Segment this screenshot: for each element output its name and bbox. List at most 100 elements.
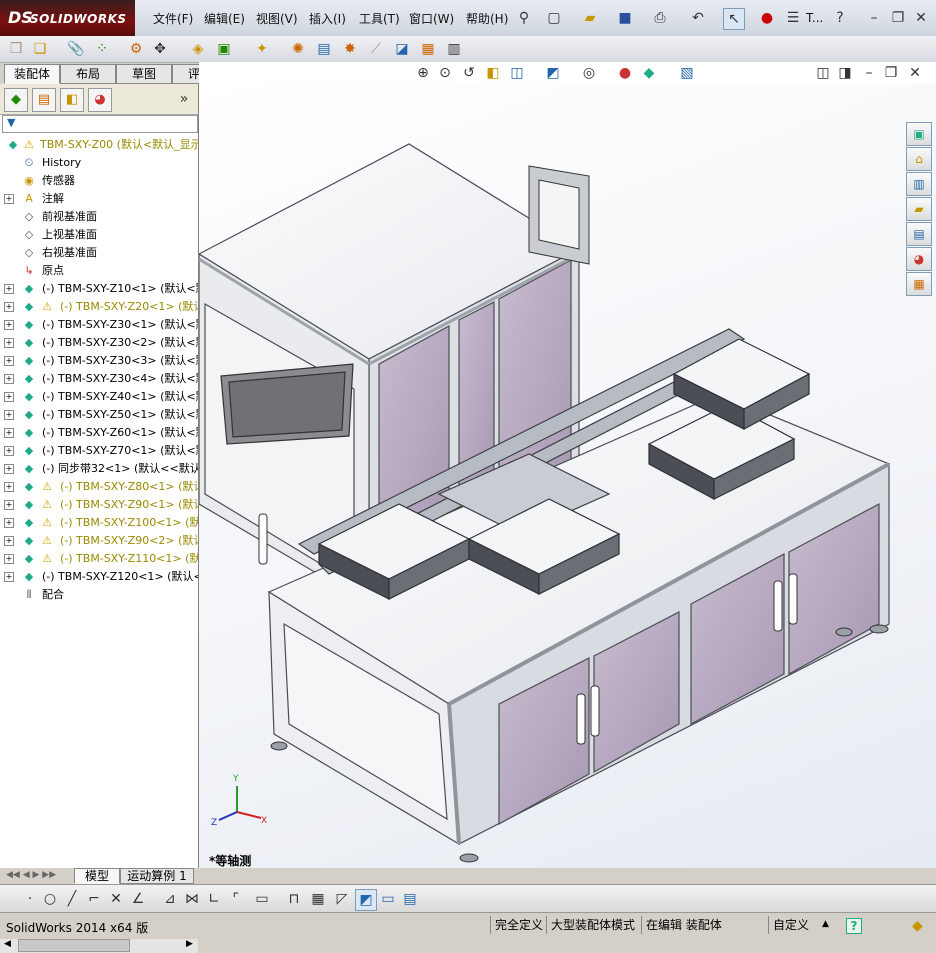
expand-toggle-icon[interactable]: +	[4, 392, 14, 402]
expand-toggle-icon[interactable]: +	[4, 518, 14, 528]
expand-toggle-icon[interactable]: +	[4, 464, 14, 474]
file-explorer-icon[interactable]: ▰	[906, 197, 932, 221]
line-icon[interactable]: ╱	[62, 889, 82, 909]
expand-toggle-icon[interactable]: +	[4, 446, 14, 456]
zoom-to-fit-icon[interactable]: ⊕	[413, 63, 433, 83]
3d-sketch-icon[interactable]: ◩	[355, 889, 377, 911]
viewport-link-icon[interactable]: ◨	[835, 63, 855, 83]
menu-view[interactable]: 视图(V)	[256, 10, 298, 27]
offset-icon[interactable]: ⊿	[160, 889, 180, 909]
scroll-thumb[interactable]	[18, 939, 130, 952]
tree-item[interactable]: + ◆ ⚠ (-) TBM-SXY-Z100<1> (默认	[0, 514, 198, 532]
menu-insert[interactable]: 插入(I)	[309, 10, 346, 27]
new-part-icon[interactable]: ❑	[30, 39, 50, 59]
tree-item[interactable]: + ◆ (-) TBM-SXY-Z10<1> (默认<默	[0, 280, 198, 298]
tree-item[interactable]: + A 注解	[0, 190, 198, 208]
tree-item[interactable]: + ◆ (-) TBM-SXY-Z120<1> (默认<默	[0, 568, 198, 586]
view-settings-icon[interactable]: ▧	[677, 63, 697, 83]
viewport-minimize-icon[interactable]: –	[859, 63, 879, 83]
appearances-icon[interactable]: ◕	[906, 247, 932, 271]
tree-item[interactable]: + ◆ (-) TBM-SXY-Z70<1> (默认<默	[0, 442, 198, 460]
corner-icon[interactable]: ⌜	[226, 889, 246, 909]
mate-paperclip-icon[interactable]: 📎	[66, 39, 86, 59]
tree-item[interactable]: + ◆ (-) TBM-SXY-Z40<1> (默认<默	[0, 388, 198, 406]
apply-scene-icon[interactable]: ◆	[639, 63, 659, 83]
expand-toggle-icon[interactable]: +	[4, 194, 14, 204]
expand-toggle-icon[interactable]: +	[4, 338, 14, 348]
home-icon[interactable]: ⌂	[906, 147, 932, 171]
filter-funnel-icon[interactable]: ▼	[7, 116, 15, 129]
tab-layout[interactable]: 布局	[60, 64, 116, 84]
expand-toggle-icon[interactable]: +	[4, 536, 14, 546]
tree-item[interactable]: ⫴ 配合	[0, 586, 198, 604]
dimension-icon[interactable]: ⊓	[284, 889, 304, 909]
expand-toggle-icon[interactable]: +	[4, 428, 14, 438]
view-orientation-icon[interactable]: ◫	[507, 63, 527, 83]
sketch-grid-icon[interactable]: ▦	[308, 889, 328, 909]
tree-item[interactable]: + ◆ (-) TBM-SXY-Z30<3> (默认<默	[0, 352, 198, 370]
smart-fasteners-icon[interactable]: ⚙	[126, 39, 146, 59]
options-icon[interactable]: ☰	[783, 8, 803, 28]
display-manager-tab-icon[interactable]: ◕	[88, 88, 112, 112]
tree-item[interactable]: ◉ 传感器	[0, 172, 198, 190]
tree-item[interactable]: + ◆ ⚠ (-) TBM-SXY-Z90<2> (默认<	[0, 532, 198, 550]
mirror-icon[interactable]: ⋈	[182, 889, 202, 909]
view-palette-icon[interactable]: ▤	[906, 222, 932, 246]
expand-toggle-icon[interactable]: +	[4, 500, 14, 510]
move-component-icon[interactable]: ✥	[150, 39, 170, 59]
menu-help[interactable]: 帮助(H)	[466, 10, 508, 27]
expand-toggle-icon[interactable]: +	[4, 554, 14, 564]
reference-geometry-icon[interactable]: ✦	[252, 39, 272, 59]
instant3d-icon[interactable]: ▦	[418, 39, 438, 59]
tree-item[interactable]: + ◆ ⚠ (-) TBM-SXY-Z90<1> (默认<	[0, 496, 198, 514]
tab-sketch[interactable]: 草图	[116, 64, 172, 84]
trim-icon[interactable]: ∟	[204, 889, 224, 909]
print-icon[interactable]: ⎙	[650, 8, 670, 28]
open-folder-icon[interactable]: ▰	[580, 8, 600, 28]
hide-show-items-icon[interactable]: ◎	[579, 63, 599, 83]
expand-toggle-icon[interactable]: +	[4, 374, 14, 384]
tab-model[interactable]: 模型	[74, 868, 120, 884]
tab-assembly[interactable]: 装配体	[4, 64, 60, 84]
expand-panel-icon[interactable]: »	[174, 89, 194, 109]
tree-item[interactable]: ◇ 上视基准面	[0, 226, 198, 244]
tree-item[interactable]: + ◆ ⚠ (-) TBM-SXY-Z20<1> (默认<	[0, 298, 198, 316]
tree-item[interactable]: + ◆ (-) TBM-SXY-Z30<1> (默认<默	[0, 316, 198, 334]
solidworks-logo[interactable]: DS SOLIDWORKS	[0, 0, 135, 36]
expand-toggle-icon[interactable]: +	[4, 284, 14, 294]
expand-toggle-icon[interactable]: +	[4, 410, 14, 420]
select-cursor-icon[interactable]: ↖	[723, 8, 745, 30]
show-hidden-icon[interactable]: ◈	[188, 39, 208, 59]
tree-root-assembly[interactable]: ◆ ⚠ TBM-SXY-Z00 (默认<默认_显示	[0, 136, 198, 154]
pin-icon[interactable]: ⚲	[514, 8, 534, 28]
plane-sketch-icon[interactable]: ◸	[332, 889, 352, 909]
feature-manager-tab-icon[interactable]: ◆	[4, 88, 28, 112]
insert-component-icon[interactable]: ❒	[6, 39, 26, 59]
new-motion-study-icon[interactable]: ✺	[288, 39, 308, 59]
tree-item[interactable]: ↳ 原点	[0, 262, 198, 280]
table-view-icon[interactable]: ▤	[400, 889, 420, 909]
viewport-close-icon[interactable]: ✕	[905, 63, 925, 83]
tree-item[interactable]: ◇ 前视基准面	[0, 208, 198, 226]
tree-item[interactable]: + ◆ ⚠ (-) TBM-SXY-Z110<1> (默认	[0, 550, 198, 568]
display-style-icon[interactable]: ◩	[543, 63, 563, 83]
circle-icon[interactable]: ○	[40, 889, 60, 909]
tab-motion-study[interactable]: 运动算例 1	[120, 868, 194, 884]
menu-file[interactable]: 文件(F)	[153, 10, 193, 27]
quick-tips-help-icon[interactable]: ?	[846, 918, 862, 934]
custom-properties-icon[interactable]: ▦	[906, 272, 932, 296]
tree-item[interactable]: + ◆ (-) TBM-SXY-Z30<2> (默认<默	[0, 334, 198, 352]
viewport-restore-icon[interactable]: ❐	[881, 63, 901, 83]
configuration-manager-tab-icon[interactable]: ◧	[60, 88, 84, 112]
expand-toggle-icon[interactable]: +	[4, 572, 14, 582]
view-window-icon[interactable]: ▭	[378, 889, 398, 909]
feature-tree-filter[interactable]: ▼	[2, 115, 198, 133]
polyline-icon[interactable]: ⌐	[84, 889, 104, 909]
scroll-left-icon[interactable]: ◀	[4, 939, 11, 949]
design-library-icon[interactable]: ▥	[906, 172, 932, 196]
help-icon[interactable]: ?	[830, 8, 850, 28]
angle-icon[interactable]: ∠	[128, 889, 148, 909]
snapshot-icon[interactable]: ▥	[444, 39, 464, 59]
restore-icon[interactable]: ❐	[888, 8, 908, 28]
tree-item[interactable]: ⏲ History	[0, 154, 198, 172]
